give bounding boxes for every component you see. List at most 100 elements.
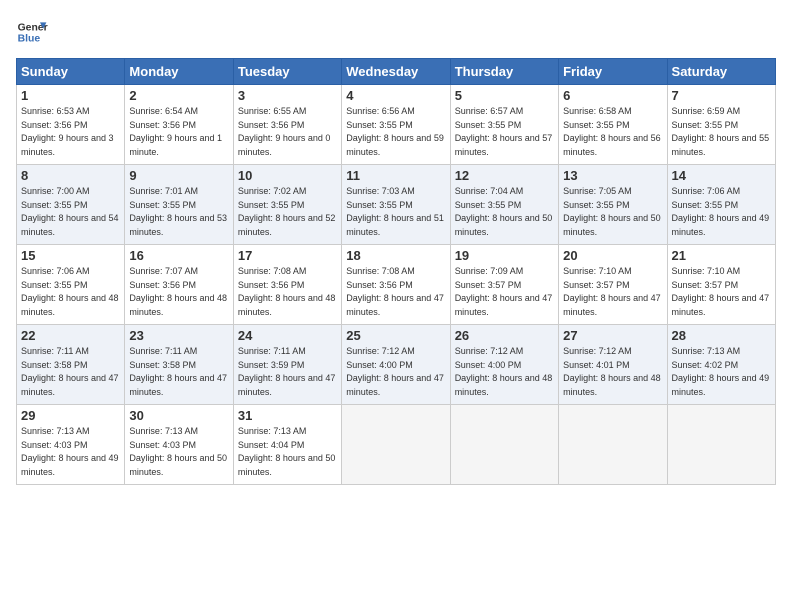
day-info: Sunrise: 6:55 AMSunset: 3:56 PMDaylight:… [238,106,331,157]
day-info: Sunrise: 7:10 AMSunset: 3:57 PMDaylight:… [672,266,770,317]
day-cell: 11 Sunrise: 7:03 AMSunset: 3:55 PMDaylig… [342,165,450,245]
week-row-2: 8 Sunrise: 7:00 AMSunset: 3:55 PMDayligh… [17,165,776,245]
col-header-thursday: Thursday [450,59,558,85]
main-container: General Blue SundayMondayTuesdayWednesda… [0,0,792,493]
day-cell: 9 Sunrise: 7:01 AMSunset: 3:55 PMDayligh… [125,165,233,245]
col-header-tuesday: Tuesday [233,59,341,85]
day-number: 10 [238,168,337,183]
day-info: Sunrise: 7:10 AMSunset: 3:57 PMDaylight:… [563,266,661,317]
header: General Blue [16,16,776,48]
day-cell: 24 Sunrise: 7:11 AMSunset: 3:59 PMDaylig… [233,325,341,405]
col-header-monday: Monday [125,59,233,85]
day-cell: 27 Sunrise: 7:12 AMSunset: 4:01 PMDaylig… [559,325,667,405]
day-cell: 17 Sunrise: 7:08 AMSunset: 3:56 PMDaylig… [233,245,341,325]
day-cell: 5 Sunrise: 6:57 AMSunset: 3:55 PMDayligh… [450,85,558,165]
week-row-4: 22 Sunrise: 7:11 AMSunset: 3:58 PMDaylig… [17,325,776,405]
col-header-saturday: Saturday [667,59,775,85]
day-number: 2 [129,88,228,103]
day-number: 9 [129,168,228,183]
logo: General Blue [16,16,48,48]
col-header-wednesday: Wednesday [342,59,450,85]
day-number: 25 [346,328,445,343]
day-number: 14 [672,168,771,183]
day-info: Sunrise: 7:06 AMSunset: 3:55 PMDaylight:… [672,186,770,237]
day-number: 11 [346,168,445,183]
day-number: 7 [672,88,771,103]
day-number: 16 [129,248,228,263]
day-info: Sunrise: 7:13 AMSunset: 4:04 PMDaylight:… [238,426,336,477]
day-cell: 15 Sunrise: 7:06 AMSunset: 3:55 PMDaylig… [17,245,125,325]
day-info: Sunrise: 7:04 AMSunset: 3:55 PMDaylight:… [455,186,553,237]
day-info: Sunrise: 6:53 AMSunset: 3:56 PMDaylight:… [21,106,114,157]
day-info: Sunrise: 7:08 AMSunset: 3:56 PMDaylight:… [346,266,444,317]
week-row-3: 15 Sunrise: 7:06 AMSunset: 3:55 PMDaylig… [17,245,776,325]
day-cell: 19 Sunrise: 7:09 AMSunset: 3:57 PMDaylig… [450,245,558,325]
logo-icon: General Blue [16,16,48,48]
day-cell: 12 Sunrise: 7:04 AMSunset: 3:55 PMDaylig… [450,165,558,245]
day-cell: 7 Sunrise: 6:59 AMSunset: 3:55 PMDayligh… [667,85,775,165]
day-cell: 14 Sunrise: 7:06 AMSunset: 3:55 PMDaylig… [667,165,775,245]
calendar-table: SundayMondayTuesdayWednesdayThursdayFrid… [16,58,776,485]
day-number: 12 [455,168,554,183]
day-cell: 4 Sunrise: 6:56 AMSunset: 3:55 PMDayligh… [342,85,450,165]
day-cell: 28 Sunrise: 7:13 AMSunset: 4:02 PMDaylig… [667,325,775,405]
day-number: 4 [346,88,445,103]
day-info: Sunrise: 7:05 AMSunset: 3:55 PMDaylight:… [563,186,661,237]
day-info: Sunrise: 7:07 AMSunset: 3:56 PMDaylight:… [129,266,227,317]
day-number: 8 [21,168,120,183]
day-number: 21 [672,248,771,263]
day-info: Sunrise: 7:12 AMSunset: 4:00 PMDaylight:… [346,346,444,397]
day-cell: 25 Sunrise: 7:12 AMSunset: 4:00 PMDaylig… [342,325,450,405]
day-cell: 23 Sunrise: 7:11 AMSunset: 3:58 PMDaylig… [125,325,233,405]
day-cell: 2 Sunrise: 6:54 AMSunset: 3:56 PMDayligh… [125,85,233,165]
day-number: 23 [129,328,228,343]
day-info: Sunrise: 7:12 AMSunset: 4:00 PMDaylight:… [455,346,553,397]
day-cell [342,405,450,485]
day-info: Sunrise: 7:06 AMSunset: 3:55 PMDaylight:… [21,266,119,317]
day-number: 20 [563,248,662,263]
col-header-friday: Friday [559,59,667,85]
day-cell: 31 Sunrise: 7:13 AMSunset: 4:04 PMDaylig… [233,405,341,485]
day-info: Sunrise: 7:02 AMSunset: 3:55 PMDaylight:… [238,186,336,237]
day-info: Sunrise: 7:01 AMSunset: 3:55 PMDaylight:… [129,186,227,237]
day-cell: 18 Sunrise: 7:08 AMSunset: 3:56 PMDaylig… [342,245,450,325]
col-header-sunday: Sunday [17,59,125,85]
day-number: 26 [455,328,554,343]
day-cell: 21 Sunrise: 7:10 AMSunset: 3:57 PMDaylig… [667,245,775,325]
day-info: Sunrise: 6:54 AMSunset: 3:56 PMDaylight:… [129,106,222,157]
day-info: Sunrise: 6:59 AMSunset: 3:55 PMDaylight:… [672,106,770,157]
svg-text:Blue: Blue [18,34,41,45]
day-cell: 8 Sunrise: 7:00 AMSunset: 3:55 PMDayligh… [17,165,125,245]
day-cell: 30 Sunrise: 7:13 AMSunset: 4:03 PMDaylig… [125,405,233,485]
header-row: SundayMondayTuesdayWednesdayThursdayFrid… [17,59,776,85]
day-cell [559,405,667,485]
day-cell: 16 Sunrise: 7:07 AMSunset: 3:56 PMDaylig… [125,245,233,325]
day-number: 30 [129,408,228,423]
week-row-1: 1 Sunrise: 6:53 AMSunset: 3:56 PMDayligh… [17,85,776,165]
day-info: Sunrise: 7:11 AMSunset: 3:59 PMDaylight:… [238,346,336,397]
day-number: 31 [238,408,337,423]
day-cell: 3 Sunrise: 6:55 AMSunset: 3:56 PMDayligh… [233,85,341,165]
week-row-5: 29 Sunrise: 7:13 AMSunset: 4:03 PMDaylig… [17,405,776,485]
day-number: 19 [455,248,554,263]
day-info: Sunrise: 7:08 AMSunset: 3:56 PMDaylight:… [238,266,336,317]
day-info: Sunrise: 6:58 AMSunset: 3:55 PMDaylight:… [563,106,661,157]
day-number: 17 [238,248,337,263]
day-cell: 29 Sunrise: 7:13 AMSunset: 4:03 PMDaylig… [17,405,125,485]
day-info: Sunrise: 7:13 AMSunset: 4:02 PMDaylight:… [672,346,770,397]
day-info: Sunrise: 6:57 AMSunset: 3:55 PMDaylight:… [455,106,553,157]
day-number: 5 [455,88,554,103]
day-number: 18 [346,248,445,263]
day-info: Sunrise: 6:56 AMSunset: 3:55 PMDaylight:… [346,106,444,157]
day-info: Sunrise: 7:12 AMSunset: 4:01 PMDaylight:… [563,346,661,397]
day-number: 29 [21,408,120,423]
day-number: 28 [672,328,771,343]
day-info: Sunrise: 7:13 AMSunset: 4:03 PMDaylight:… [21,426,119,477]
day-info: Sunrise: 7:13 AMSunset: 4:03 PMDaylight:… [129,426,227,477]
day-info: Sunrise: 7:03 AMSunset: 3:55 PMDaylight:… [346,186,444,237]
day-cell: 20 Sunrise: 7:10 AMSunset: 3:57 PMDaylig… [559,245,667,325]
day-info: Sunrise: 7:11 AMSunset: 3:58 PMDaylight:… [129,346,227,397]
day-cell: 22 Sunrise: 7:11 AMSunset: 3:58 PMDaylig… [17,325,125,405]
day-info: Sunrise: 7:11 AMSunset: 3:58 PMDaylight:… [21,346,119,397]
day-cell: 1 Sunrise: 6:53 AMSunset: 3:56 PMDayligh… [17,85,125,165]
